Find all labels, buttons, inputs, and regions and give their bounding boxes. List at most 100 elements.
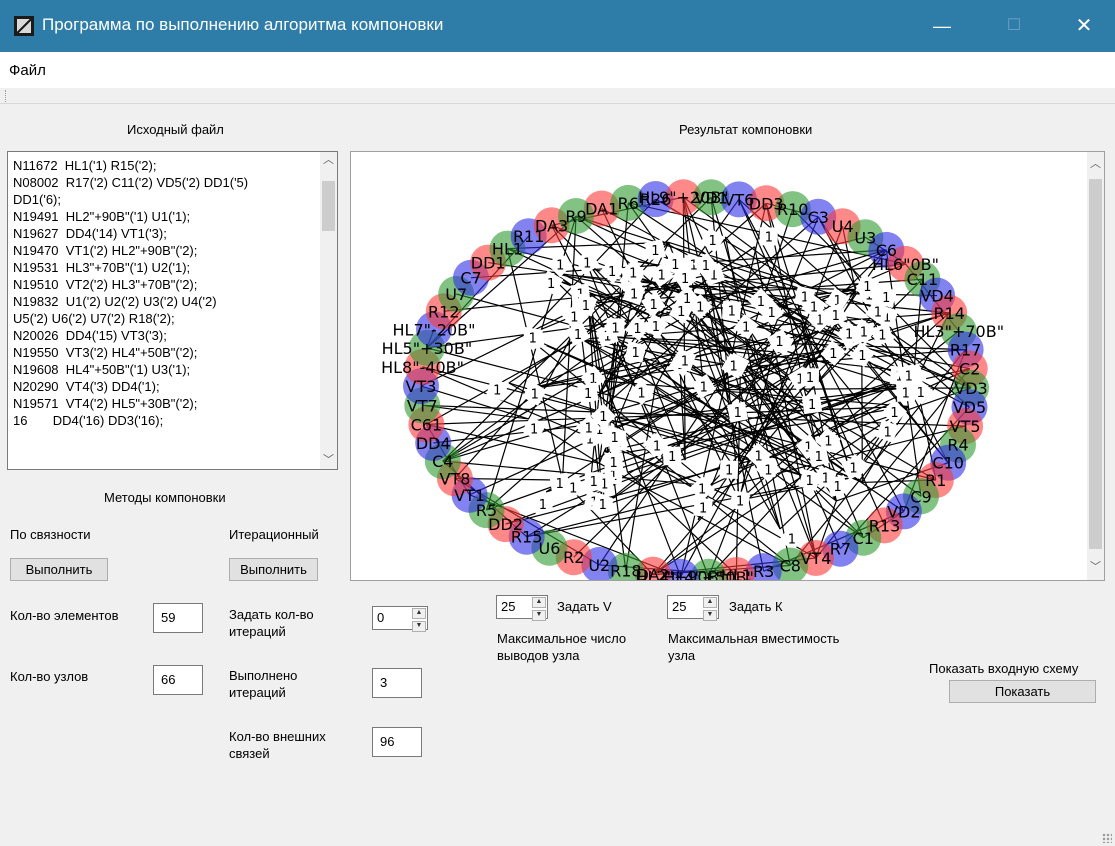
scroll-thumb[interactable] xyxy=(322,181,335,231)
resize-grip-icon[interactable] xyxy=(1102,833,1112,843)
scroll-down-icon[interactable]: ﹀ xyxy=(1087,559,1104,576)
edge-label: 1 xyxy=(556,259,564,274)
edge-label: 1 xyxy=(764,463,772,478)
edge-label: 1 xyxy=(890,406,898,421)
edge-label: 1 xyxy=(734,406,742,421)
source-line: N20026 DD4('15) VT3('3); xyxy=(13,328,167,343)
spin-down-icon[interactable]: ▼ xyxy=(532,610,546,621)
source-line: U5('2) U6('2) U7('2) R18('2); xyxy=(13,311,175,326)
edge-label: 1 xyxy=(708,234,716,249)
graph-node-label: VT4 xyxy=(800,549,831,568)
edge-label: 1 xyxy=(531,388,539,403)
edge-label: 1 xyxy=(583,256,591,271)
edge-label: 1 xyxy=(833,480,841,495)
scroll-up-icon[interactable]: ︿ xyxy=(320,152,337,169)
edge-label: 1 xyxy=(806,371,814,386)
done-iterations-label: Выполнено итераций xyxy=(229,668,298,700)
nodes-count-field[interactable]: 66 xyxy=(153,665,203,695)
graph-node-label: DA3 xyxy=(535,216,568,235)
edge-label: 1 xyxy=(765,230,773,245)
edge-label: 1 xyxy=(702,259,710,274)
graph-node-label: VD5 xyxy=(953,398,986,417)
set-k-spinner[interactable]: 25 ▲ ▼ xyxy=(667,595,719,621)
edge-label: 1 xyxy=(700,380,708,395)
source-line: DD1('6); xyxy=(13,192,61,207)
edge-label: 1 xyxy=(874,306,882,321)
edge-label: 1 xyxy=(590,475,598,490)
graph-node-label: DD4 xyxy=(416,434,451,453)
result-scrollbar[interactable]: ︿ ﹀ xyxy=(1087,152,1104,580)
done-iterations-field[interactable]: 3 xyxy=(372,668,422,698)
edge-label: 1 xyxy=(683,292,691,307)
spin-up-icon[interactable]: ▲ xyxy=(532,597,546,608)
toolbar-separator xyxy=(0,103,1115,104)
graph-node-label: VT7 xyxy=(407,396,438,415)
edge-label: 1 xyxy=(754,449,762,464)
source-line: N19608 HL4"+50B"('1) U3('1); xyxy=(13,362,191,377)
graph-node-label: R9 xyxy=(565,207,586,226)
graph-node-label: VT8 xyxy=(439,469,470,488)
edge-label: 1 xyxy=(681,272,689,287)
edge-label: 1 xyxy=(788,532,796,547)
graph-node-label: R18 xyxy=(610,562,641,580)
spin-down-icon[interactable]: ▼ xyxy=(412,621,426,632)
edge-label: 1 xyxy=(584,387,592,402)
edge-label: 1 xyxy=(599,410,607,425)
external-links-label: Кол-во внешних связей xyxy=(229,729,326,761)
source-line: N20290 VT4('3) DD4('1); xyxy=(13,379,160,394)
maximize-button[interactable]: ☐ xyxy=(991,0,1037,52)
set-iterations-spinner[interactable]: 0 ▲ ▼ xyxy=(372,606,428,632)
toolbar-grip xyxy=(5,90,9,102)
spin-up-icon[interactable]: ▲ xyxy=(703,597,717,608)
edge-label: 1 xyxy=(608,265,616,280)
source-line: N19571 VT4('2) HL5"+30B"('2); xyxy=(13,396,198,411)
elements-count-field[interactable]: 59 xyxy=(153,603,203,633)
graph-node-label: C8 xyxy=(780,556,801,575)
window-title: Программа по выполнению алгоритма компон… xyxy=(42,15,444,34)
nodes-label: Кол-во узлов xyxy=(10,669,89,684)
source-line: N19491 HL2"+90B"('1) U1('1); xyxy=(13,209,191,224)
edge-label: 1 xyxy=(653,439,661,454)
minimize-button[interactable]: — xyxy=(919,0,965,52)
show-button[interactable]: Показать xyxy=(949,680,1096,703)
set-v-spinner[interactable]: 25 ▲ ▼ xyxy=(496,595,548,621)
edge-label: 1 xyxy=(736,495,744,510)
edge-label: 1 xyxy=(775,335,783,350)
graph-node-label: VD4 xyxy=(920,287,953,306)
graph-node-label: C4 xyxy=(432,452,453,471)
edge-label: 1 xyxy=(529,331,537,346)
edge-label: 1 xyxy=(829,347,837,362)
scroll-up-icon[interactable]: ︿ xyxy=(1087,156,1104,173)
graph-node-label: R7 xyxy=(830,540,851,559)
edge-label: 1 xyxy=(570,311,578,326)
elements-label: Кол-во элементов xyxy=(10,608,119,623)
graph-node-label: HL5"+30B" xyxy=(382,339,473,358)
edge-label: 1 xyxy=(649,298,657,313)
edge-label: 1 xyxy=(633,322,641,337)
scroll-down-icon[interactable]: ﹀ xyxy=(320,452,337,469)
edge-label: 1 xyxy=(611,321,619,336)
graph-node-label: DA1 xyxy=(585,200,618,219)
menu-file[interactable]: Файл xyxy=(9,62,46,79)
spin-down-icon[interactable]: ▼ xyxy=(703,610,717,621)
edge-label: 1 xyxy=(858,349,866,364)
spin-up-icon[interactable]: ▲ xyxy=(412,608,426,619)
run-iterative-button[interactable]: Выполнить xyxy=(229,558,318,581)
graph-canvas: 1111111111111111111111111111111111111111… xyxy=(381,179,1004,580)
connectivity-label: По связности xyxy=(10,527,91,542)
close-button[interactable]: ✕ xyxy=(1061,0,1107,52)
graph-node-label: VT1 xyxy=(454,486,485,505)
source-textbox[interactable]: N11672 HL1('1) R15('2); N08002 R17('2) C1… xyxy=(7,151,338,470)
run-connectivity-button[interactable]: Выполнить xyxy=(10,558,108,581)
graph-node-label: R17 xyxy=(950,341,981,360)
source-line: 16 DD4('16) DD3('16); xyxy=(13,413,164,428)
result-graph-view[interactable]: 1111111111111111111111111111111111111111… xyxy=(350,151,1105,581)
scroll-thumb[interactable] xyxy=(1089,179,1102,549)
graph-node-label: R14 xyxy=(933,304,964,323)
graph-node-label: C1 xyxy=(853,529,874,548)
edge-label: 1 xyxy=(671,258,679,273)
graph-node-label: U4 xyxy=(832,217,854,236)
methods-heading: Методы компоновки xyxy=(104,490,226,505)
source-scrollbar[interactable]: ︿ ﹀ xyxy=(320,152,337,469)
external-links-field[interactable]: 96 xyxy=(372,727,422,757)
